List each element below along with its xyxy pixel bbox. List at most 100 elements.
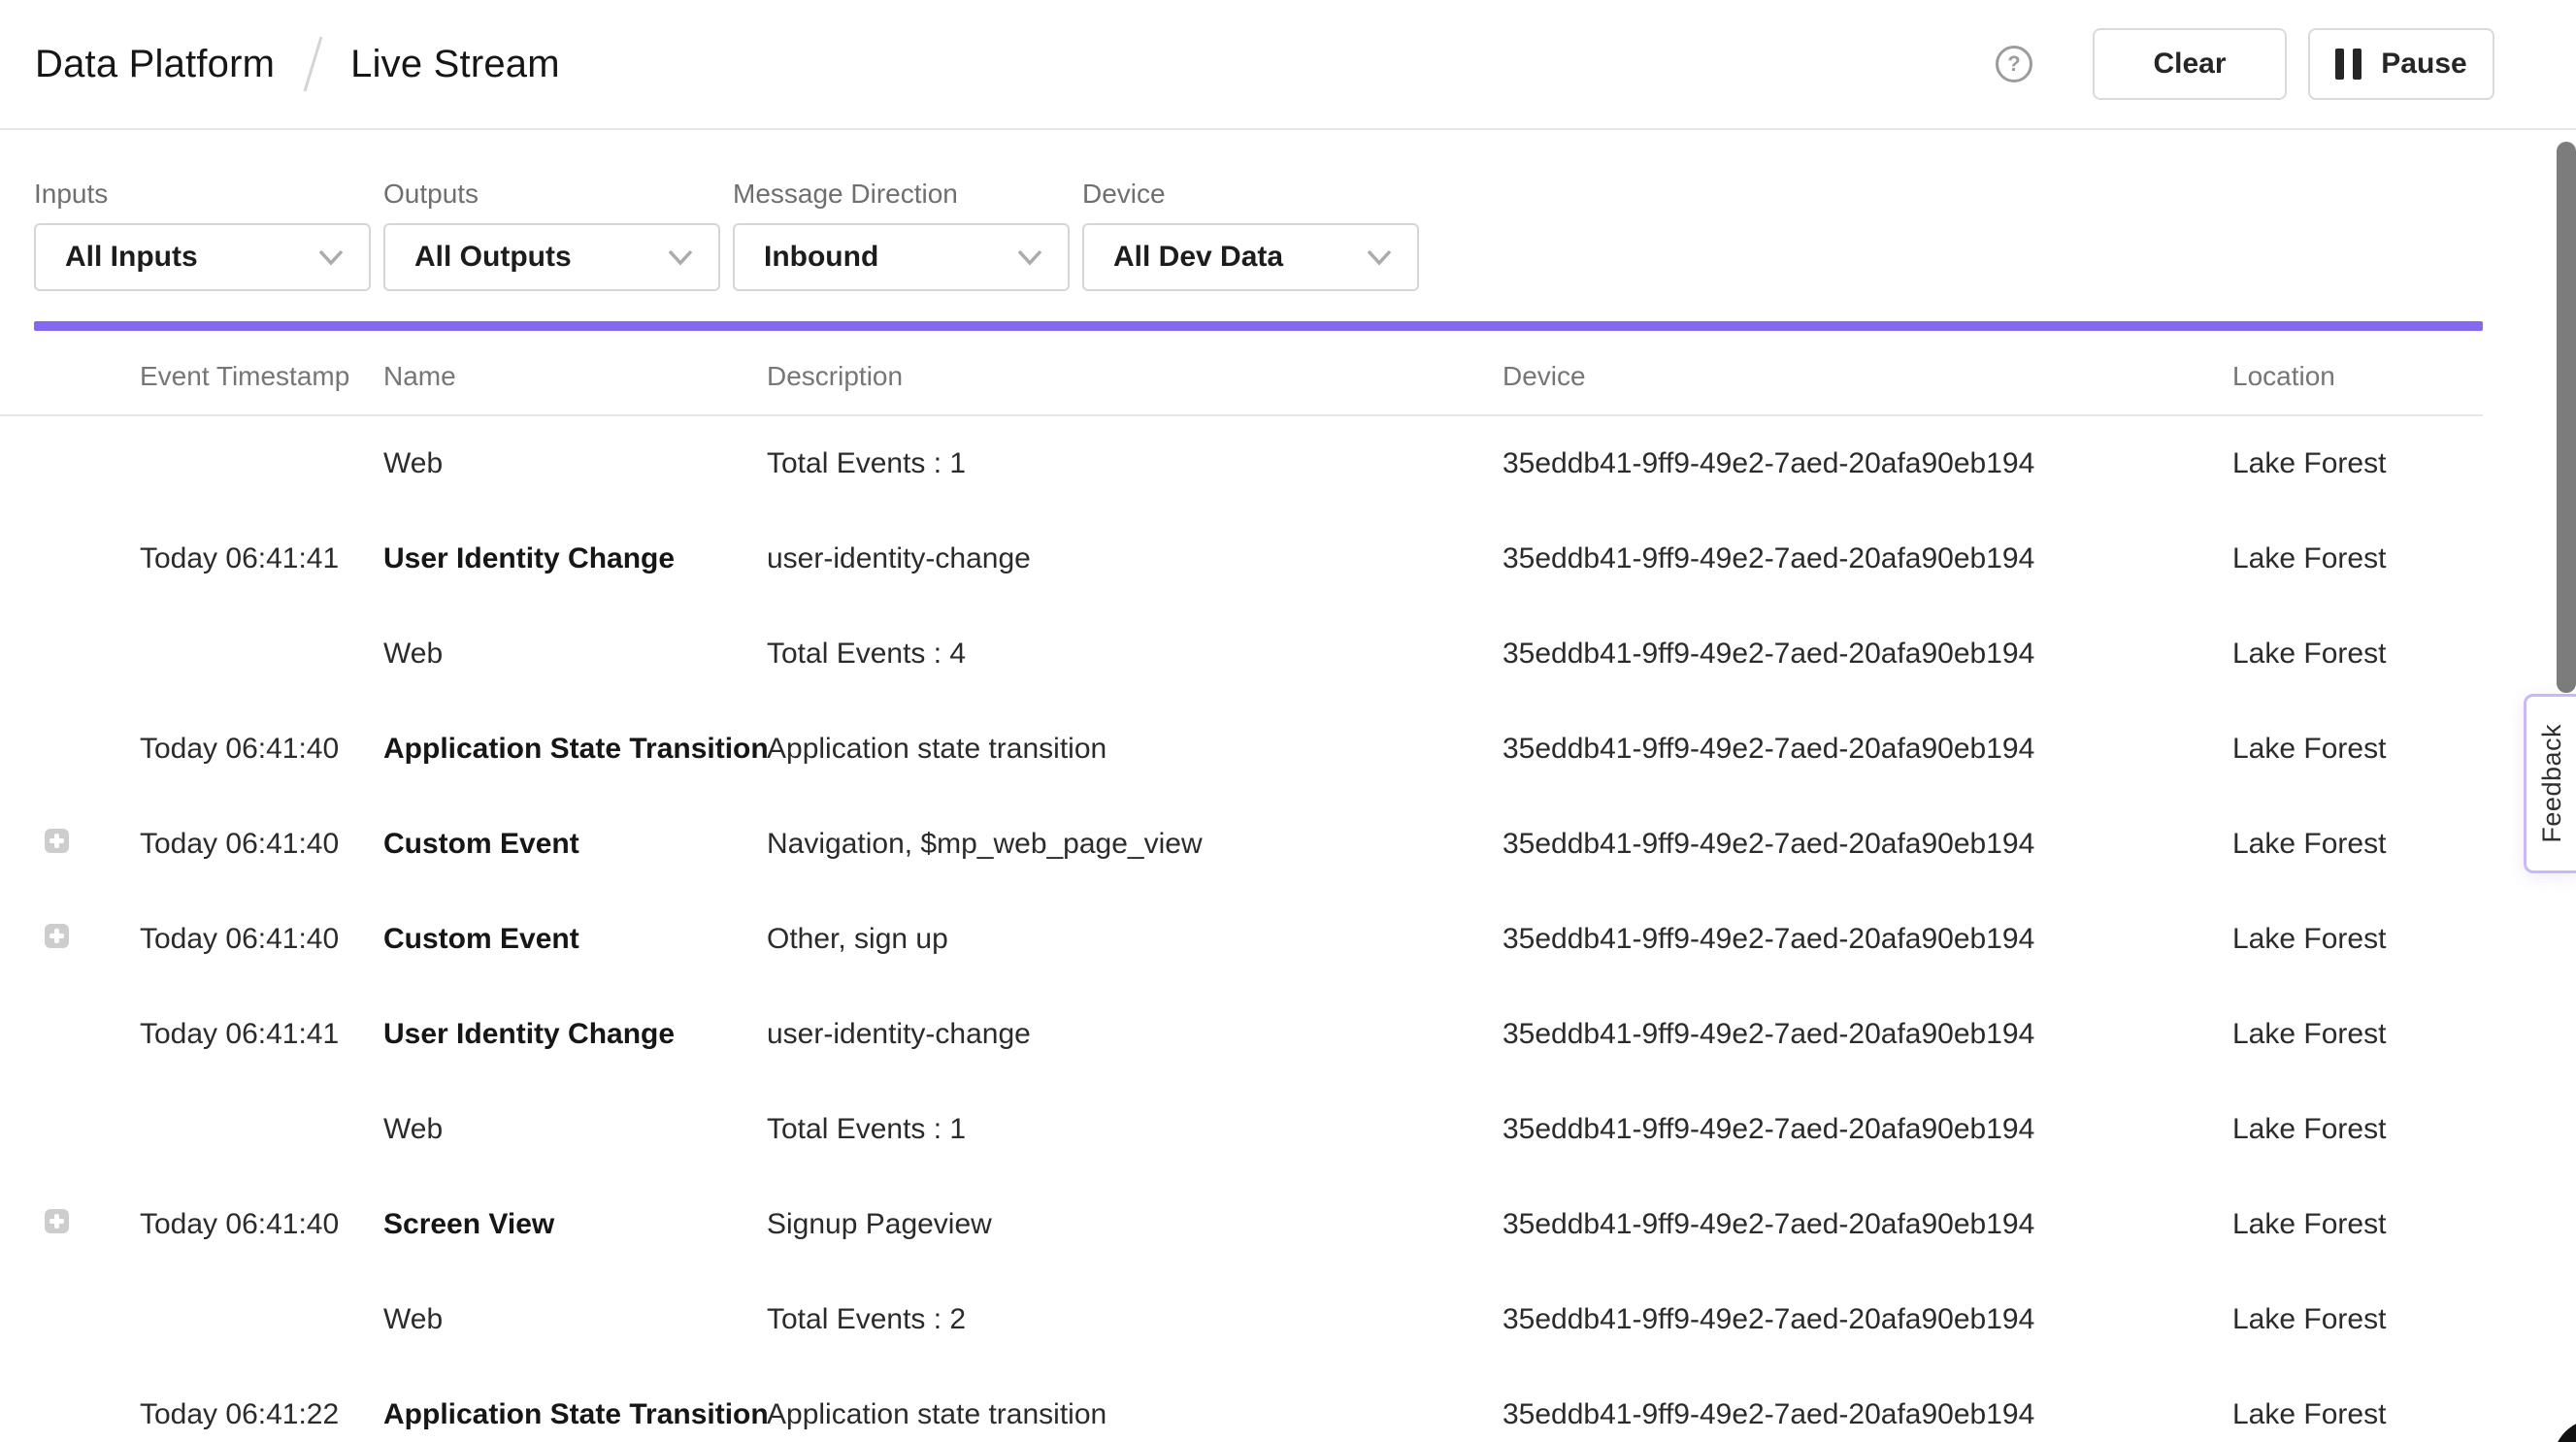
clear-button-label: Clear [2153, 48, 2226, 81]
event-timestamp-cell: Today 06:41:40 [140, 923, 383, 956]
breadcrumb-section[interactable]: Data Platform [35, 43, 275, 86]
event-timestamp-cell: Today 06:41:40 [140, 733, 383, 766]
event-name-cell: Web [383, 447, 767, 480]
table-row[interactable]: Today 06:41:40 Custom Event Navigation, … [0, 797, 2483, 892]
filter-message-direction-label: Message Direction [733, 179, 1070, 210]
table-row[interactable]: Web Total Events : 4 35eddb41-9ff9-49e2-… [0, 606, 2483, 702]
stream-progress-bar [34, 321, 2483, 331]
table-header-row: Event Timestamp Name Description Device … [0, 331, 2483, 416]
feedback-tab-label: Feedback [2537, 724, 2567, 843]
breadcrumb-page: Live Stream [350, 43, 560, 86]
vertical-scrollbar-thumb[interactable] [2557, 142, 2576, 693]
device-select[interactable]: All Dev Data [1082, 223, 1419, 291]
clear-button[interactable]: Clear [2093, 28, 2287, 100]
device-id-cell: 35eddb41-9ff9-49e2-7aed-20afa90eb194 [1503, 923, 2232, 956]
device-id-cell: 35eddb41-9ff9-49e2-7aed-20afa90eb194 [1503, 828, 2232, 861]
pause-icon [2335, 49, 2361, 80]
device-id-cell: 35eddb41-9ff9-49e2-7aed-20afa90eb194 [1503, 1303, 2232, 1336]
top-bar: Data Platform Live Stream ? Clear Pause [0, 0, 2576, 130]
table-body: Web Total Events : 1 35eddb41-9ff9-49e2-… [0, 416, 2483, 1442]
event-description-cell: Application state transition [767, 1398, 1503, 1431]
location-cell: Lake Forest [2232, 1303, 2483, 1336]
event-name-cell: User Identity Change [383, 542, 767, 575]
event-description-cell: Navigation, $mp_web_page_view [767, 828, 1503, 861]
table-row[interactable]: Today 06:41:41 User Identity Change user… [0, 987, 2483, 1082]
device-select-value: All Dev Data [1113, 241, 1283, 274]
column-header-device: Device [1503, 361, 2232, 392]
chevron-down-icon [668, 249, 693, 266]
help-icon[interactable]: ? [1996, 46, 2032, 82]
event-timestamp-cell: Today 06:41:40 [140, 1208, 383, 1241]
chevron-down-icon [318, 249, 344, 266]
table-row[interactable]: Today 06:41:41 User Identity Change user… [0, 511, 2483, 606]
table-row[interactable]: Web Total Events : 2 35eddb41-9ff9-49e2-… [0, 1272, 2483, 1367]
filter-device: Device All Dev Data [1082, 179, 1419, 291]
table-row[interactable]: Today 06:41:40 Application State Transit… [0, 702, 2483, 797]
event-description-cell: Total Events : 4 [767, 638, 1503, 671]
message-direction-select-value: Inbound [764, 241, 878, 274]
pause-button-label: Pause [2381, 48, 2466, 81]
filter-outputs: Outputs All Outputs [383, 179, 720, 291]
location-cell: Lake Forest [2232, 1113, 2483, 1146]
event-name-cell: Application State Transition [383, 733, 767, 766]
event-description-cell: user-identity-change [767, 542, 1503, 575]
message-direction-select[interactable]: Inbound [733, 223, 1070, 291]
table-row[interactable]: Today 06:41:22 Application State Transit… [0, 1367, 2483, 1442]
event-description-cell: Total Events : 2 [767, 1303, 1503, 1336]
filter-inputs: Inputs All Inputs [34, 179, 371, 291]
event-name-cell: Web [383, 1113, 767, 1146]
location-cell: Lake Forest [2232, 923, 2483, 956]
location-cell: Lake Forest [2232, 1018, 2483, 1051]
outputs-select[interactable]: All Outputs [383, 223, 720, 291]
expand-row-button[interactable] [45, 1209, 69, 1233]
device-id-cell: 35eddb41-9ff9-49e2-7aed-20afa90eb194 [1503, 733, 2232, 766]
filter-message-direction: Message Direction Inbound [733, 179, 1070, 291]
column-header-event-timestamp: Event Timestamp [140, 361, 383, 392]
filter-inputs-label: Inputs [34, 179, 371, 210]
table-row[interactable]: Web Total Events : 1 35eddb41-9ff9-49e2-… [0, 1082, 2483, 1177]
location-cell: Lake Forest [2232, 638, 2483, 671]
inputs-select[interactable]: All Inputs [34, 223, 371, 291]
event-timestamp-cell: Today 06:41:41 [140, 542, 383, 575]
table-row[interactable]: Today 06:41:40 Screen View Signup Pagevi… [0, 1177, 2483, 1272]
location-cell: Lake Forest [2232, 1398, 2483, 1431]
events-table: Event Timestamp Name Description Device … [0, 331, 2483, 1442]
event-name-cell: Application State Transition [383, 1398, 767, 1431]
live-stream-page: Data Platform Live Stream ? Clear Pause … [0, 0, 2576, 1442]
filter-bar: Inputs All Inputs Outputs All Outputs Me… [0, 130, 2576, 291]
device-id-cell: 35eddb41-9ff9-49e2-7aed-20afa90eb194 [1503, 1208, 2232, 1241]
feedback-tab[interactable]: Feedback [2524, 694, 2576, 873]
breadcrumb: Data Platform Live Stream [35, 33, 560, 95]
device-id-cell: 35eddb41-9ff9-49e2-7aed-20afa90eb194 [1503, 638, 2232, 671]
event-name-cell: Web [383, 638, 767, 671]
column-header-description: Description [767, 361, 1503, 392]
device-id-cell: 35eddb41-9ff9-49e2-7aed-20afa90eb194 [1503, 1113, 2232, 1146]
chat-bubble-icon[interactable] [2553, 1419, 2576, 1442]
event-timestamp-cell: Today 06:41:40 [140, 828, 383, 861]
inputs-select-value: All Inputs [65, 241, 198, 274]
location-cell: Lake Forest [2232, 828, 2483, 861]
chevron-down-icon [1367, 249, 1392, 266]
pause-button[interactable]: Pause [2308, 28, 2494, 100]
breadcrumb-separator-icon [300, 33, 325, 95]
filter-outputs-label: Outputs [383, 179, 720, 210]
location-cell: Lake Forest [2232, 542, 2483, 575]
event-description-cell: Application state transition [767, 733, 1503, 766]
event-description-cell: Signup Pageview [767, 1208, 1503, 1241]
filter-device-label: Device [1082, 179, 1419, 210]
table-row[interactable]: Today 06:41:40 Custom Event Other, sign … [0, 892, 2483, 987]
column-header-location: Location [2232, 361, 2483, 392]
chevron-down-icon [1017, 249, 1042, 266]
expand-row-button[interactable] [45, 924, 69, 948]
device-id-cell: 35eddb41-9ff9-49e2-7aed-20afa90eb194 [1503, 447, 2232, 480]
event-description-cell: user-identity-change [767, 1018, 1503, 1051]
event-name-cell: Custom Event [383, 828, 767, 861]
outputs-select-value: All Outputs [414, 241, 572, 274]
expand-row-button[interactable] [45, 829, 69, 853]
event-timestamp-cell: Today 06:41:22 [140, 1398, 383, 1431]
device-id-cell: 35eddb41-9ff9-49e2-7aed-20afa90eb194 [1503, 542, 2232, 575]
table-row[interactable]: Web Total Events : 1 35eddb41-9ff9-49e2-… [0, 416, 2483, 511]
event-description-cell: Total Events : 1 [767, 1113, 1503, 1146]
event-name-cell: Web [383, 1303, 767, 1336]
event-name-cell: Screen View [383, 1208, 767, 1241]
